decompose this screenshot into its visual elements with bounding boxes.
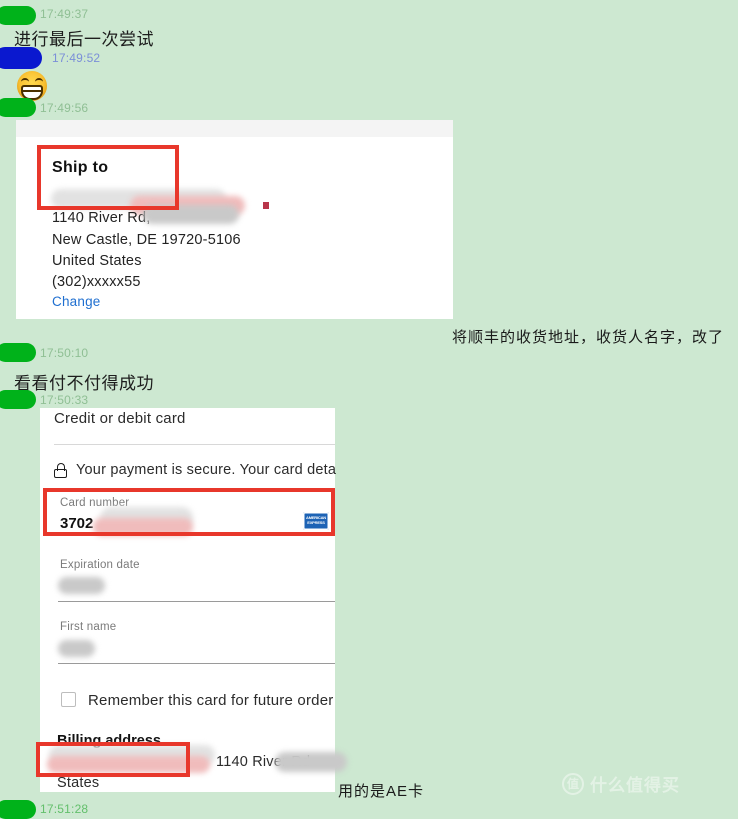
chat-message-4: 看看付不付得成功	[14, 374, 154, 393]
red-dot-marker	[263, 202, 269, 209]
billing-address-highlight-box	[36, 742, 190, 777]
grinning-emoji-icon	[17, 71, 47, 101]
first-name-underline[interactable]	[58, 663, 335, 664]
timestamp-3: 17:49:56	[40, 101, 89, 115]
emoji-eye-left	[21, 78, 29, 84]
credit-debit-card-heading: Credit or debit card	[54, 410, 186, 427]
first-name-label: First name	[60, 621, 117, 633]
change-address-link[interactable]: Change	[52, 294, 101, 309]
redacted-first-name	[58, 640, 95, 657]
ship-address-line-3: United States	[52, 253, 142, 269]
redacted-name-bar-5	[0, 390, 36, 409]
timestamp-4: 17:50:10	[40, 346, 89, 360]
remember-card-checkbox[interactable]	[61, 692, 76, 707]
watermark-text: 什么值得买	[590, 776, 680, 795]
timestamp-2: 17:49:52	[52, 51, 101, 65]
expiration-underline[interactable]	[58, 601, 335, 602]
watermark: 值 什么值得买	[562, 771, 680, 796]
redacted-billing-suffix	[275, 752, 347, 772]
watermark-badge-icon: 值	[562, 772, 584, 795]
ship-address-line-2: New Castle, DE 19720-5106	[52, 232, 241, 248]
chat-screenshot: 17:49:37 进行最后一次尝试 17:49:52 17:49:56 Ship…	[0, 0, 738, 819]
shipping-card-header-bar	[16, 120, 453, 138]
redacted-name-bar-4	[0, 343, 36, 362]
lock-body	[54, 469, 67, 478]
timestamp-1: 17:49:37	[40, 7, 89, 21]
redacted-name-bar-1	[0, 6, 36, 25]
ship-address-line-1: 1140 River Rd,	[52, 210, 151, 226]
timestamp-6: 17:51:28	[40, 802, 89, 816]
redacted-name-bar-6	[0, 800, 36, 819]
remember-card-label: Remember this card for future order	[88, 692, 334, 709]
card-number-highlight-box	[43, 488, 335, 536]
card-annotation: 用的是AE卡	[338, 783, 425, 800]
secure-payment-note: Your payment is secure. Your card deta	[76, 462, 337, 478]
lock-icon	[54, 463, 67, 478]
expiration-date-label: Expiration date	[60, 559, 140, 571]
redacted-name-bar-2	[0, 47, 42, 69]
chat-message-1: 进行最后一次尝试	[14, 30, 154, 49]
emoji-eye-right	[35, 78, 43, 84]
divider-1	[54, 444, 335, 445]
shipping-annotation: 将顺丰的收货地址，收货人名字，改了	[452, 329, 725, 346]
ship-to-highlight-box	[37, 145, 179, 210]
billing-address-line-2: States	[57, 775, 100, 791]
redacted-expiration-date	[58, 577, 105, 594]
timestamp-5: 17:50:33	[40, 393, 89, 407]
redacted-name-bar-3	[0, 98, 36, 117]
ship-phone-number: (302)xxxxx55	[52, 274, 141, 290]
